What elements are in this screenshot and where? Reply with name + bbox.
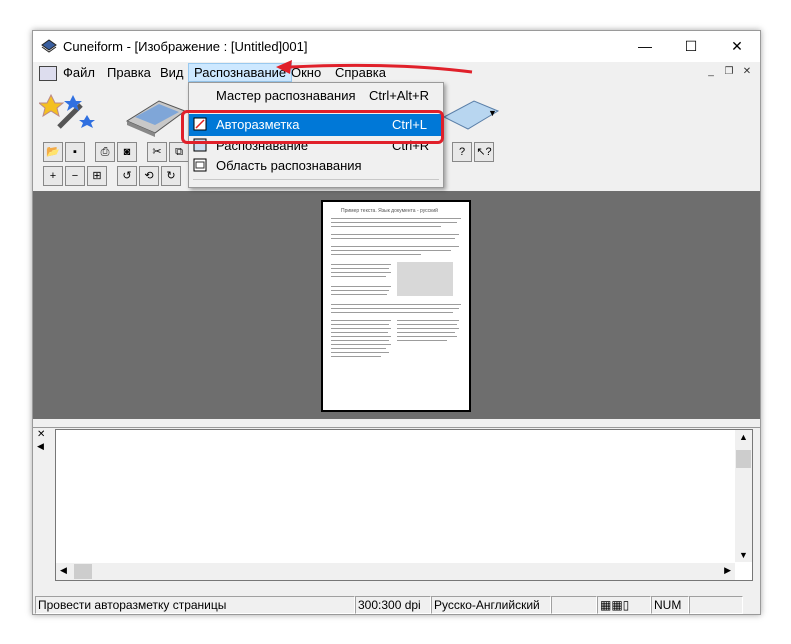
scroll-left-icon[interactable]: ◀ bbox=[60, 565, 67, 576]
horizontal-scrollbar[interactable]: ◀ ▶ bbox=[56, 563, 735, 580]
menu-separator bbox=[193, 179, 439, 180]
image-toolbar: + − ⊞ ↺ ⟲ ↻ bbox=[37, 166, 207, 188]
context-help-icon[interactable]: ↖? bbox=[474, 142, 494, 162]
scroll-down-icon[interactable]: ▼ bbox=[739, 550, 748, 560]
status-bar: Провести авторазметку страницы 300:300 d… bbox=[33, 594, 760, 614]
status-language: Русско-Английский bbox=[431, 596, 551, 614]
pane-close-icon[interactable]: ✕ bbox=[37, 429, 45, 440]
scanned-page-thumbnail[interactable]: Пример текста. Язык документа - русский bbox=[321, 200, 471, 412]
help-icon[interactable]: ? bbox=[452, 142, 472, 162]
menu-view[interactable]: Вид bbox=[160, 65, 184, 80]
window-title: Cuneiform - [Изображение : [Untitled]001… bbox=[63, 39, 308, 54]
copy-icon[interactable]: ⧉ bbox=[169, 142, 189, 162]
scanner-icon[interactable] bbox=[119, 87, 189, 139]
menu-item-recognition-wizard[interactable]: Мастер распознавания Ctrl+Alt+R bbox=[189, 85, 443, 107]
menu-file[interactable]: Файл bbox=[63, 65, 95, 80]
mdi-close-button[interactable]: ✕ bbox=[739, 66, 755, 80]
minimize-button[interactable]: — bbox=[622, 31, 668, 62]
save-result-icon[interactable] bbox=[438, 87, 508, 139]
rotate-180-icon[interactable]: ⟲ bbox=[139, 166, 159, 186]
menu-item-recognition-area[interactable]: Область распознавания bbox=[189, 155, 443, 177]
status-empty-panel bbox=[551, 596, 597, 614]
annotation-arrow-icon bbox=[276, 60, 473, 74]
zoom-out-icon[interactable]: − bbox=[65, 166, 85, 186]
vertical-scroll-thumb[interactable] bbox=[736, 450, 751, 468]
scroll-up-icon[interactable]: ▲ bbox=[739, 432, 748, 442]
maximize-button[interactable]: ☐ bbox=[668, 31, 714, 62]
annotation-highlight-box bbox=[181, 110, 444, 144]
document-icon[interactable] bbox=[39, 66, 57, 81]
page-heading: Пример текста. Язык документа - русский bbox=[341, 208, 438, 214]
menu-edit[interactable]: Правка bbox=[107, 65, 151, 80]
rotate-left-icon[interactable]: ↺ bbox=[117, 166, 137, 186]
text-pane-side-strip: ✕ ◀ bbox=[35, 429, 51, 579]
status-mode-icons: ▦▦▯ bbox=[597, 596, 651, 614]
open-icon[interactable]: 📂 bbox=[43, 142, 63, 162]
mdi-minimize-button[interactable]: _ bbox=[703, 66, 719, 80]
status-message: Провести авторазметку страницы bbox=[35, 596, 355, 614]
pane-splitter[interactable] bbox=[33, 419, 760, 428]
rotate-right-icon[interactable]: ↻ bbox=[161, 166, 181, 186]
status-num: NUM bbox=[651, 596, 689, 614]
vertical-scrollbar[interactable]: ▲ ▼ bbox=[735, 430, 752, 562]
wizard-wand-icon[interactable] bbox=[39, 87, 109, 139]
image-workspace[interactable]: Пример текста. Язык документа - русский bbox=[33, 191, 760, 419]
scroll-right-icon[interactable]: ▶ bbox=[724, 565, 731, 576]
mdi-restore-button[interactable]: ❐ bbox=[721, 66, 737, 80]
pane-collapse-icon[interactable]: ◀ bbox=[37, 441, 44, 452]
status-empty-panel-2 bbox=[689, 596, 743, 614]
print-icon[interactable]: ⎙ bbox=[95, 142, 115, 162]
cut-icon[interactable]: ✂ bbox=[147, 142, 167, 162]
fit-page-icon[interactable]: ⊞ bbox=[87, 166, 107, 186]
print-preview-icon[interactable]: ◙ bbox=[117, 142, 137, 162]
save-icon[interactable]: ▪ bbox=[65, 142, 85, 162]
toolbar-dropdown-arrow-icon[interactable]: ▼ bbox=[488, 108, 497, 118]
zoom-in-icon[interactable]: + bbox=[43, 166, 63, 186]
close-button[interactable]: ✕ bbox=[714, 31, 760, 62]
horizontal-scroll-thumb[interactable] bbox=[74, 564, 92, 579]
recognition-area-icon bbox=[193, 158, 207, 172]
status-dpi: 300:300 dpi bbox=[355, 596, 431, 614]
page-picture bbox=[397, 262, 453, 296]
recognized-text-pane[interactable]: ▲ ▼ ◀ ▶ bbox=[55, 429, 753, 581]
cuneiform-app-icon bbox=[41, 39, 57, 53]
